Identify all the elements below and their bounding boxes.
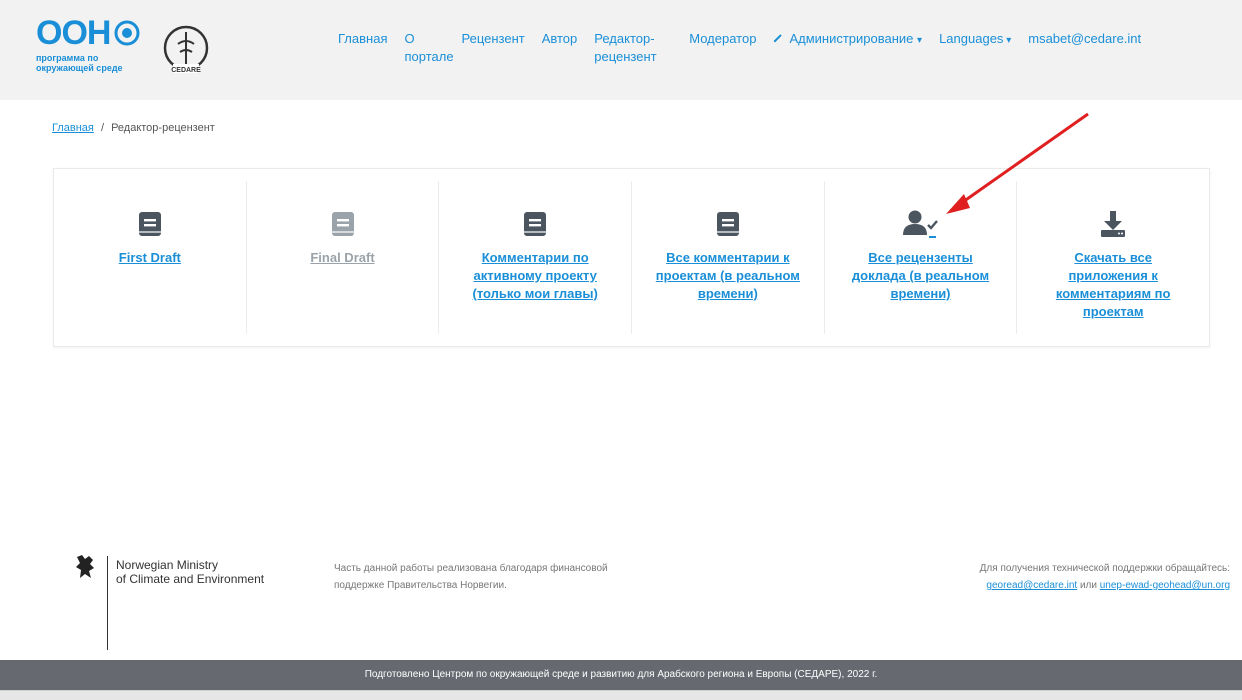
ministry-line-2: of Climate and Environment: [116, 572, 265, 586]
nav-moderator[interactable]: Модератор: [689, 30, 756, 66]
support-email-link-1[interactable]: georead@cedare.int: [986, 580, 1077, 591]
tile-all-project-comments[interactable]: Все комментарии к проектам (в реальном в…: [631, 181, 824, 334]
top-header: ООН программа по окружающей среде CEDARE…: [0, 0, 1242, 100]
nav-editor-reviewer[interactable]: Редактор-рецензент: [594, 30, 672, 66]
tile-download-attachments-link[interactable]: Скачать все приложения к комментариям по…: [1033, 249, 1193, 321]
book-icon: [324, 207, 362, 241]
footer-divider: [107, 556, 108, 650]
annotation-arrow: [946, 112, 1089, 214]
breadcrumb-current: Редактор-рецензент: [111, 122, 215, 134]
unep-logo[interactable]: ООН программа по окружающей среде: [36, 16, 156, 80]
cedare-logo-text: CEDARE: [171, 67, 201, 74]
nav-home[interactable]: Главная: [338, 30, 387, 66]
breadcrumb-separator: /: [100, 122, 104, 134]
book-icon: [131, 207, 169, 241]
breadcrumb: Главная / Редактор-рецензент: [52, 122, 215, 134]
tile-first-draft[interactable]: First Draft: [54, 181, 246, 334]
footer-bottom-bar: Подготовлено Центром по окружающей среде…: [0, 660, 1242, 690]
main-nav: Главная О порталe Рецензент Автор Редакт…: [338, 30, 1141, 66]
un-emblem-icon: [114, 20, 140, 46]
cedare-logo[interactable]: CEDARE: [160, 24, 212, 76]
wrench-icon: [773, 30, 786, 48]
footer: Norwegian Ministry of Climate and Enviro…: [0, 534, 1242, 660]
nav-administration-dropdown[interactable]: Администрирование: [773, 30, 922, 66]
tile-all-project-comments-link[interactable]: Все комментарии к проектам (в реальном в…: [648, 249, 808, 303]
nav-reviewer[interactable]: Рецензент: [461, 30, 524, 66]
support-text: Для получения технической поддержки обра…: [979, 563, 1230, 574]
tile-first-draft-link[interactable]: First Draft: [119, 249, 181, 267]
breadcrumb-home-link[interactable]: Главная: [52, 122, 94, 134]
support-or: или: [1079, 580, 1100, 591]
nav-languages-dropdown[interactable]: Languages: [939, 30, 1011, 66]
tile-all-report-reviewers-link[interactable]: Все рецензенты доклада (в реальном време…: [841, 249, 1001, 303]
nav-user-email[interactable]: msabet@cedare.int: [1028, 30, 1141, 66]
book-icon: [516, 207, 554, 241]
unep-logo-subtitle-2: окружающей среде: [36, 63, 123, 73]
tile-active-project-comments[interactable]: Комментарии по активному проекту (только…: [438, 181, 631, 334]
book-icon: [709, 207, 747, 241]
ministry-line-1: Norwegian Ministry: [116, 558, 219, 572]
unep-logo-title: ООН: [36, 14, 111, 52]
nav-administration-label: Администрирование: [789, 31, 914, 46]
nav-author[interactable]: Автор: [542, 30, 578, 66]
norway-ministry-name: Norwegian Ministry of Climate and Enviro…: [116, 558, 264, 586]
horizontal-scrollbar[interactable]: [0, 690, 1242, 700]
unep-logo-subtitle-1: программа по: [36, 53, 99, 63]
tile-final-draft[interactable]: Final Draft: [245, 181, 439, 334]
funding-text: Часть данной работы реализована благодар…: [334, 563, 608, 591]
support-block: Для получения технической поддержки обра…: [980, 560, 1230, 594]
norway-lion-icon: [76, 555, 94, 578]
nav-about[interactable]: О порталe: [404, 30, 453, 66]
tile-final-draft-link[interactable]: Final Draft: [310, 249, 374, 267]
tile-active-project-comments-link[interactable]: Комментарии по активному проекту (только…: [455, 249, 615, 303]
support-email-link-2[interactable]: unep-ewad-geohead@un.org: [1100, 580, 1230, 591]
